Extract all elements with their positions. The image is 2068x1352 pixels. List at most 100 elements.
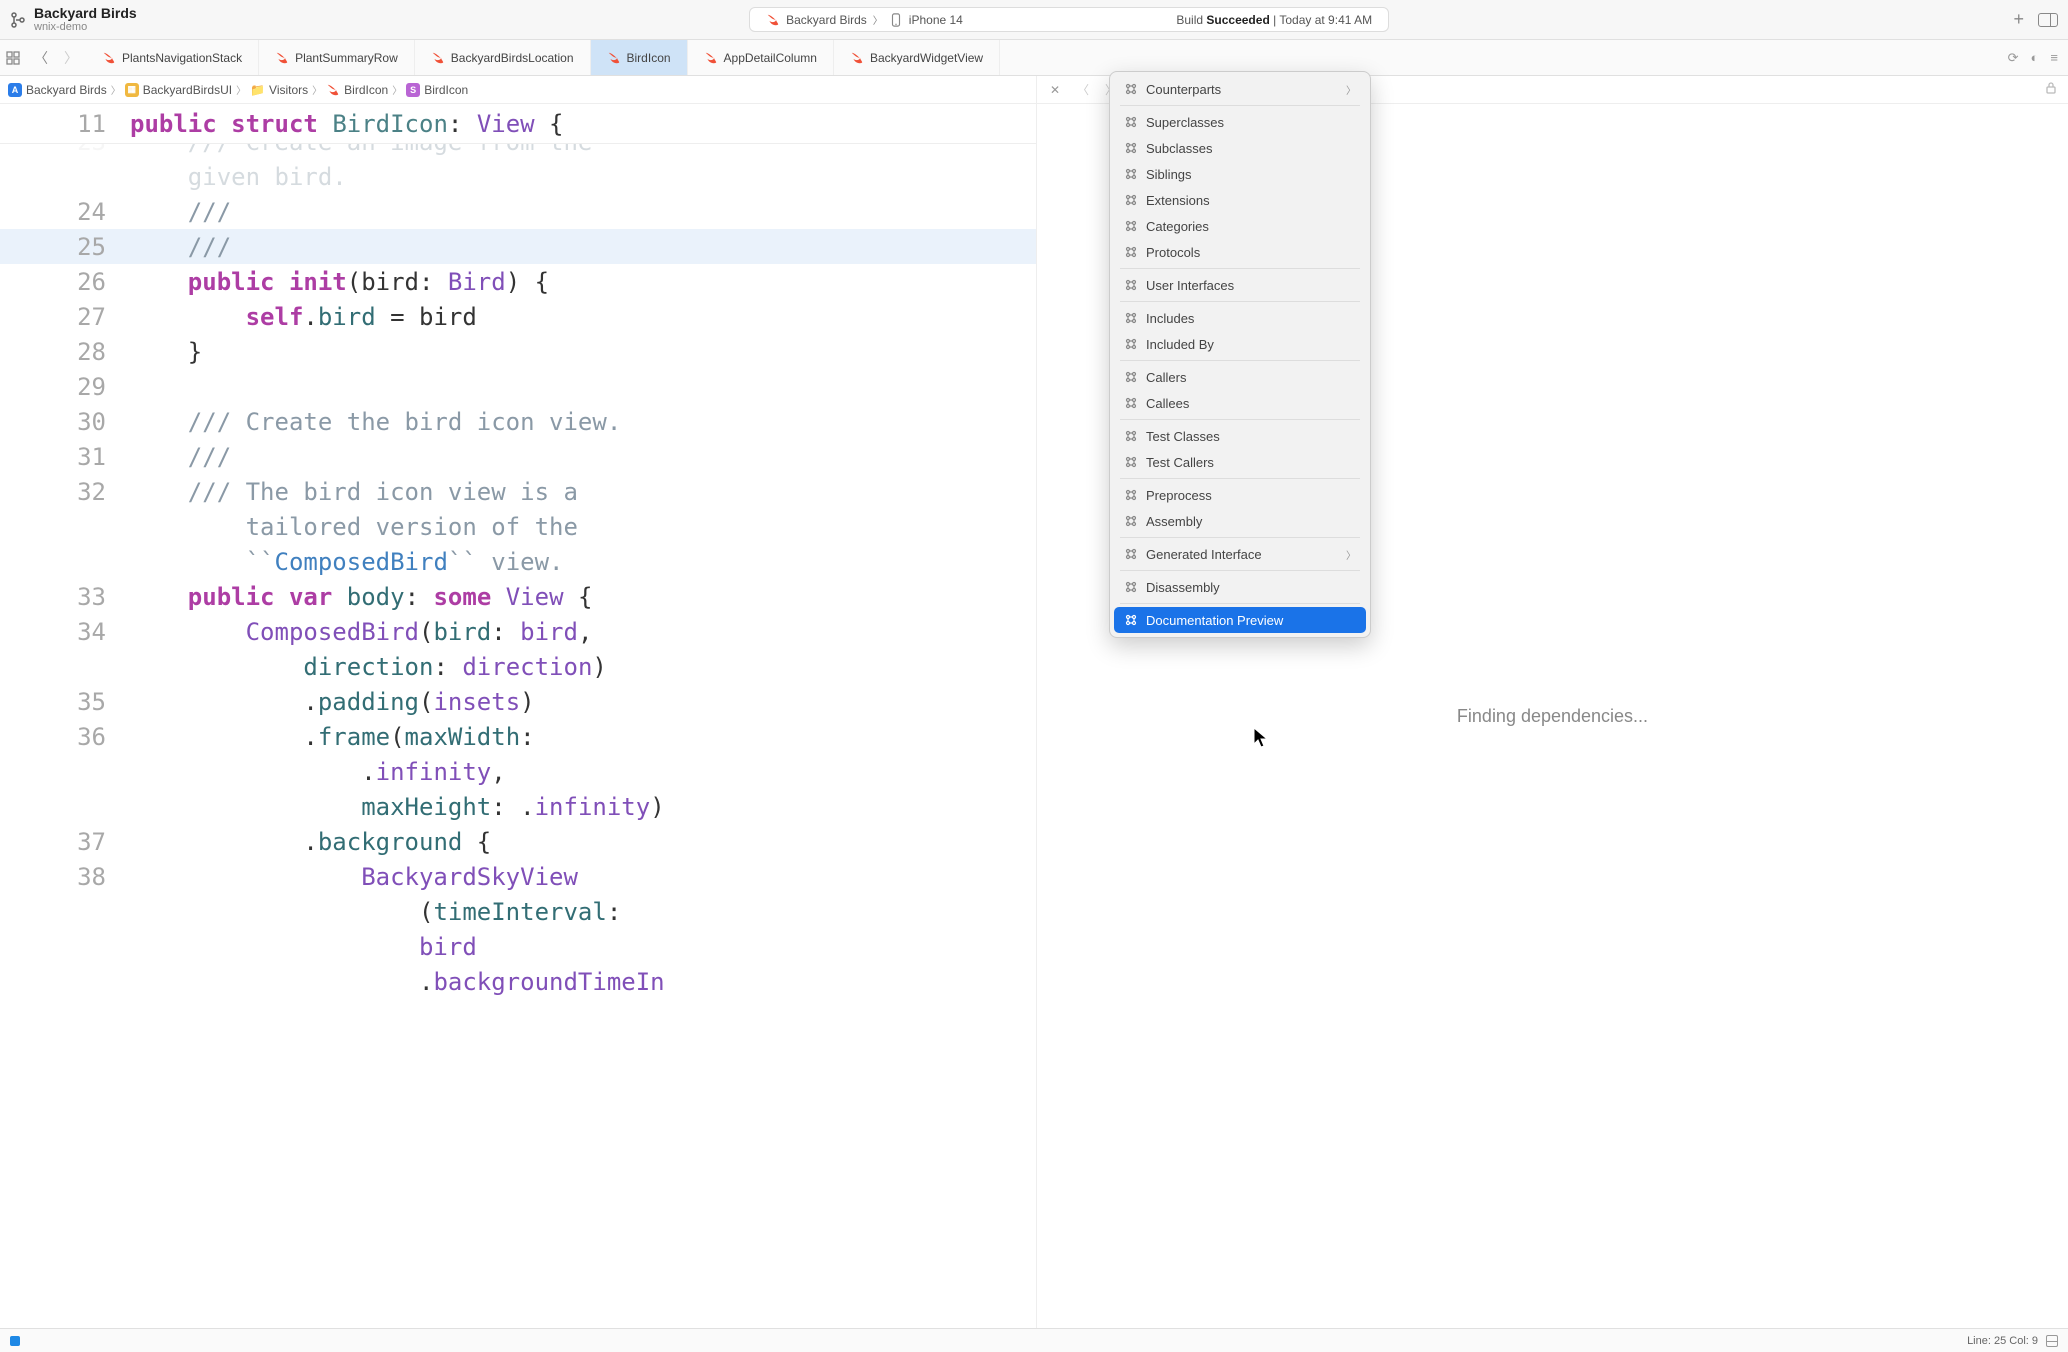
related-items-menu[interactable]: Counterparts〉 Superclasses Subclasses Sibli… <box>1109 71 1371 638</box>
code-line[interactable]: .backgroundTimeIn <box>0 964 1036 999</box>
menu-item-label: Subclasses <box>1146 141 1212 156</box>
code-line[interactable]: 35 .padding(insets) <box>0 684 1036 719</box>
gutter-line-number: 35 <box>0 688 130 716</box>
filter-icon[interactable] <box>10 1336 20 1346</box>
code-line[interactable]: 33 public var body: some View { <box>0 579 1036 614</box>
menu-item[interactable]: Superclasses <box>1114 109 1366 135</box>
related-items-button[interactable] <box>0 40 26 75</box>
menu-item[interactable]: Preprocess <box>1114 482 1366 508</box>
gutter-line-number: 27 <box>0 303 130 331</box>
menu-item[interactable]: Test Callers <box>1114 449 1366 475</box>
main-split: 11 public struct BirdIcon: View { 23 ///… <box>0 104 2068 1328</box>
related-icon <box>1124 613 1138 627</box>
related-icon <box>1124 455 1138 469</box>
code-line[interactable]: 30 /// Create the bird icon view. <box>0 404 1036 439</box>
code-line[interactable]: ``ComposedBird`` view. <box>0 544 1036 579</box>
editor-tab[interactable]: PlantSummaryRow <box>259 40 415 75</box>
menu-item[interactable]: Disassembly <box>1114 574 1366 600</box>
window-toolbar: Backyard Birds wnix-demo Backyard Birds … <box>0 0 2068 40</box>
breadcrumb-label: BirdIcon <box>344 83 388 97</box>
breadcrumb-segment[interactable]: SBirdIcon <box>406 83 468 97</box>
code-line[interactable]: 36 .frame(maxWidth: <box>0 719 1036 754</box>
gutter-line-number: 25 <box>0 233 130 261</box>
add-button[interactable]: + <box>2013 9 2024 30</box>
menu-item[interactable]: Categories <box>1114 213 1366 239</box>
code-line[interactable]: 34 ComposedBird(bird: bird, <box>0 614 1036 649</box>
breadcrumb-segment[interactable]: ABackyard Birds <box>8 83 107 97</box>
related-icon <box>1124 547 1138 561</box>
menu-item-label: Callers <box>1146 370 1186 385</box>
close-assistant-button[interactable]: ✕ <box>1045 80 1065 100</box>
assistant-jump-bar[interactable]: ✕ 〈 〉 t (Interface) 〉 No Selection Count… <box>1037 76 2068 103</box>
code-line[interactable]: 23 /// Create an image from the <box>0 144 1036 159</box>
source-editor[interactable]: 11 public struct BirdIcon: View { 23 ///… <box>0 104 1037 1328</box>
code-line[interactable]: 38 BackyardSkyView <box>0 859 1036 894</box>
chevron-right-icon: 〉 <box>236 82 246 97</box>
code-line[interactable]: .infinity, <box>0 754 1036 789</box>
code-line[interactable]: 26 public init(bird: Bird) { <box>0 264 1036 299</box>
code-line[interactable]: bird <box>0 929 1036 964</box>
chevron-right-icon: 〉 <box>111 82 121 97</box>
menu-item[interactable]: Siblings <box>1114 161 1366 187</box>
menu-item[interactable]: User Interfaces <box>1114 272 1366 298</box>
menu-item[interactable]: Assembly <box>1114 508 1366 534</box>
breadcrumb-segment[interactable]: ▦BackyardBirdsUI <box>125 83 232 97</box>
code-line[interactable]: (timeInterval: <box>0 894 1036 929</box>
editor-tab[interactable]: BirdIcon <box>591 40 688 75</box>
menu-item[interactable]: Callees <box>1114 390 1366 416</box>
editor-tab[interactable]: AppDetailColumn <box>688 40 834 75</box>
menu-item[interactable]: Protocols <box>1114 239 1366 265</box>
minimap-toggle-icon[interactable] <box>2046 1335 2058 1347</box>
menu-item[interactable]: Callers <box>1114 364 1366 390</box>
breadcrumb-segment[interactable]: BirdIcon <box>326 83 388 97</box>
adjust-icon[interactable]: ◐ <box>2031 50 2039 65</box>
menu-item[interactable]: Test Classes <box>1114 423 1366 449</box>
menu-item[interactable]: Included By <box>1114 331 1366 357</box>
editor-tab[interactable]: BackyardBirdsLocation <box>415 40 591 75</box>
assistant-status-text: Finding dependencies... <box>1457 706 1648 727</box>
primary-jump-bar[interactable]: ABackyard Birds 〉 ▦BackyardBirdsUI 〉 📁Visito… <box>0 76 1037 103</box>
refresh-icon[interactable]: ⟳ <box>2008 50 2019 66</box>
tab-label: BirdIcon <box>627 51 671 65</box>
menu-item[interactable]: Counterparts〉 <box>1114 76 1366 102</box>
nav-back-button[interactable]: 〈 <box>26 40 56 75</box>
code-text: /// Create an image from the <box>130 144 592 156</box>
code-line[interactable]: 28 } <box>0 334 1036 369</box>
code-line[interactable]: maxHeight: .infinity) <box>0 789 1036 824</box>
toggle-right-panel-button[interactable] <box>2038 13 2058 27</box>
breadcrumb-segment[interactable]: 📁Visitors <box>250 83 308 97</box>
build-status: Build Succeeded | Today at 9:41 AM <box>1176 13 1372 27</box>
assistant-back-button[interactable]: 〈 <box>1073 80 1093 100</box>
editor-tab[interactable]: BackyardWidgetView <box>834 40 1000 75</box>
editor-options-icon[interactable]: ≡ <box>2050 50 2058 65</box>
code-body[interactable]: 23 /// Create an image from the given bi… <box>0 144 1036 1328</box>
code-line[interactable]: 27 self.bird = bird <box>0 299 1036 334</box>
code-line[interactable]: given bird. <box>0 159 1036 194</box>
related-icon <box>1124 580 1138 594</box>
project-info[interactable]: Backyard Birds wnix-demo <box>34 6 137 33</box>
code-line[interactable]: 37 .background { <box>0 824 1036 859</box>
code-line[interactable]: tailored version of the <box>0 509 1036 544</box>
swift-icon <box>766 13 780 27</box>
menu-item[interactable]: Subclasses <box>1114 135 1366 161</box>
related-icon <box>1124 337 1138 351</box>
activity-viewer[interactable]: Backyard Birds 〉 iPhone 14 Build Succeed… <box>749 7 1389 32</box>
menu-item[interactable]: Documentation Preview <box>1114 607 1366 633</box>
code-line[interactable]: 24 /// <box>0 194 1036 229</box>
menu-item[interactable]: Extensions <box>1114 187 1366 213</box>
nav-forward-button[interactable]: 〉 <box>56 40 86 75</box>
code-line[interactable]: 31 /// <box>0 439 1036 474</box>
swift-icon <box>607 50 621 65</box>
code-line[interactable]: 32 /// The bird icon view is a <box>0 474 1036 509</box>
code-text: (timeInterval: <box>130 898 621 926</box>
code-line[interactable]: direction: direction) <box>0 649 1036 684</box>
code-line[interactable]: 29 <box>0 369 1036 404</box>
menu-item[interactable]: Includes <box>1114 305 1366 331</box>
sticky-header: 11 public struct BirdIcon: View { <box>0 104 1036 144</box>
lock-icon[interactable] <box>2044 81 2058 98</box>
mouse-cursor <box>1253 727 1269 749</box>
destination-name: iPhone 14 <box>909 13 963 27</box>
menu-item[interactable]: Generated Interface〉 <box>1114 541 1366 567</box>
code-line[interactable]: 25 /// <box>0 229 1036 264</box>
editor-tab[interactable]: PlantsNavigationStack <box>86 40 259 75</box>
